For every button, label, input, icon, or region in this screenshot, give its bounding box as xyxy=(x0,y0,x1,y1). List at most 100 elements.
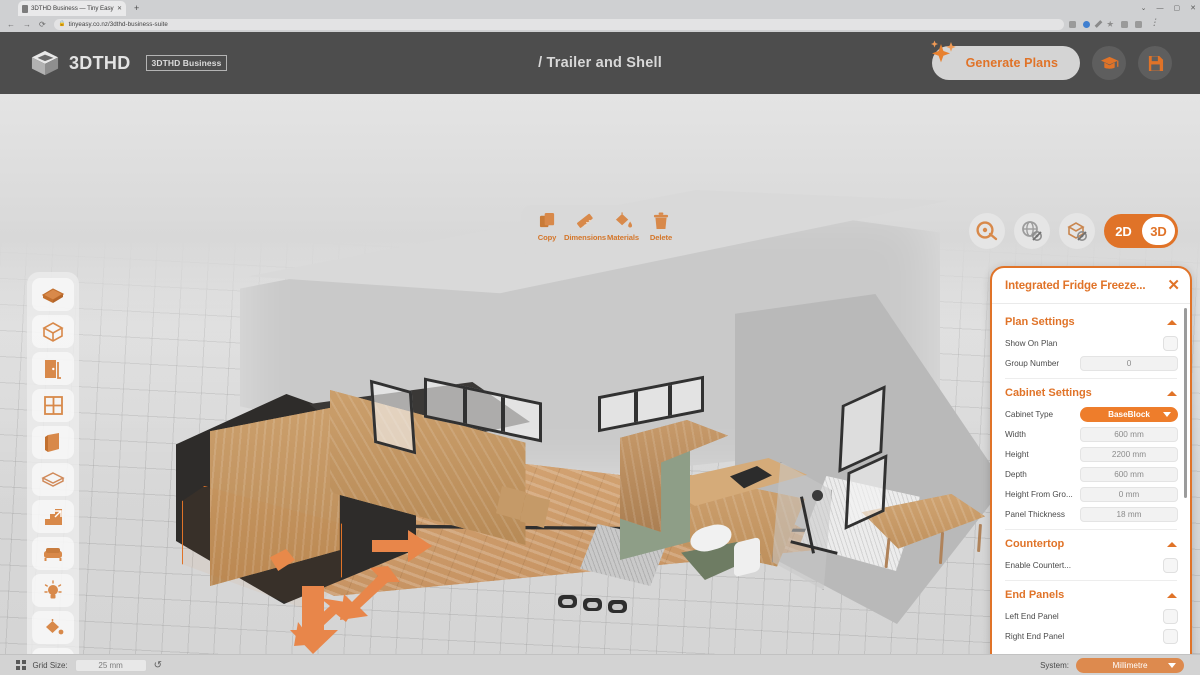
panel-scrollbar[interactable] xyxy=(1184,308,1187,498)
materials-label: Materials xyxy=(606,233,640,242)
tab-close-icon[interactable]: ✕ xyxy=(117,5,122,12)
property-label: Group Number xyxy=(1005,358,1060,368)
extension-star-icon[interactable] xyxy=(1106,20,1114,27)
browser-extensions xyxy=(1064,17,1161,28)
sidebar-item-window[interactable] xyxy=(32,389,74,422)
panel-thickness-input[interactable]: 18 mm xyxy=(1080,506,1178,522)
reset-icon[interactable]: ↺ xyxy=(154,660,162,671)
copy-label: Copy xyxy=(537,233,557,242)
left-end-panel-toggle[interactable] xyxy=(1163,608,1178,624)
sidebar-item-wall[interactable] xyxy=(32,426,74,459)
address-bar[interactable]: 🔒 tinyeasy.co.nz/3dthd-business-suite xyxy=(53,18,1064,30)
extension-pen-icon[interactable] xyxy=(1094,20,1103,28)
extension-panel-icon[interactable] xyxy=(1120,20,1128,28)
property-label: Cabinet Type xyxy=(1005,409,1054,419)
browser-nav-buttons: ← → ⟳ xyxy=(0,20,46,29)
sidebar-item-furniture[interactable] xyxy=(32,537,74,570)
property-row-group-number: Group Number 0 xyxy=(992,353,1190,373)
section-header-countertop[interactable]: Countertop xyxy=(992,532,1190,555)
view-3d-button[interactable]: 3D xyxy=(1142,217,1175,245)
height-input[interactable]: 2200 mm xyxy=(1080,446,1178,462)
width-input[interactable]: 600 mm xyxy=(1080,426,1178,442)
property-label: Height xyxy=(1005,449,1029,459)
browser-omnibox-row: ← → ⟳ 🔒 tinyeasy.co.nz/3dthd-business-su… xyxy=(0,16,1200,32)
reload-icon[interactable]: ⟳ xyxy=(39,20,46,29)
sidebar-item-materials[interactable] xyxy=(32,611,74,644)
chevron-up-icon[interactable] xyxy=(1167,319,1177,325)
sidebar-item-lighting[interactable] xyxy=(32,574,74,607)
window-maximize-button[interactable]: ▢ xyxy=(1174,4,1181,12)
properties-panel-body[interactable]: Plan Settings Show On Plan Group Number … xyxy=(992,304,1190,654)
app-root: 3DTHD Business — Tiny Easy - T ✕ + ⌄ — ▢… xyxy=(0,0,1200,675)
move-arrow-left-icon[interactable] xyxy=(292,594,362,650)
stairs-icon xyxy=(44,509,62,525)
sidebar-item-stairs[interactable] xyxy=(32,500,74,533)
window-icon xyxy=(43,396,63,415)
section-header-end-panels[interactable]: End Panels xyxy=(992,583,1190,606)
move-arrow-right-icon[interactable] xyxy=(370,526,434,566)
property-row-height: Height 2200 mm xyxy=(992,444,1190,464)
chevron-up-icon[interactable] xyxy=(1167,390,1177,396)
chevron-up-icon[interactable] xyxy=(1167,592,1177,598)
chevron-up-icon[interactable] xyxy=(1167,541,1177,547)
window-close-button[interactable]: ✕ xyxy=(1190,4,1196,12)
sidebar-item-floor[interactable] xyxy=(32,463,74,496)
close-icon[interactable]: ✕ xyxy=(1167,278,1180,293)
system-select[interactable]: Millimetre xyxy=(1076,657,1184,673)
browser-chevron-icon[interactable]: ⌄ xyxy=(1141,4,1147,12)
section-header-cabinet-settings[interactable]: Cabinet Settings xyxy=(992,381,1190,404)
toilet xyxy=(734,536,760,578)
extension-blue-icon[interactable] xyxy=(1082,20,1090,28)
right-end-panel-toggle[interactable] xyxy=(1163,628,1178,644)
property-label: Left End Panel xyxy=(1005,611,1059,621)
view-2d-button[interactable]: 2D xyxy=(1107,217,1140,245)
show-on-plan-toggle[interactable] xyxy=(1163,335,1178,351)
chevron-down-icon xyxy=(1168,662,1176,668)
group-number-input[interactable]: 0 xyxy=(1080,355,1178,371)
viewport-3d[interactable]: Copy Dimensions Materials Delete 2D 3D I… xyxy=(0,94,1200,654)
properties-panel-header: Integrated Fridge Freeze... ✕ xyxy=(992,268,1190,304)
dimensions-label: Dimensions xyxy=(563,233,607,242)
floor-slab-icon xyxy=(41,471,65,487)
property-row-enable-countertop: Enable Countert... xyxy=(992,555,1190,575)
room-visibility-toggle[interactable] xyxy=(1059,213,1095,249)
dimension-toggle: 2D 3D xyxy=(1104,214,1178,248)
brand: 3DTHD 3DTHD Business xyxy=(0,49,228,77)
delete-button[interactable]: Delete xyxy=(643,212,679,242)
profile-avatar-icon[interactable] xyxy=(1134,20,1142,28)
browser-tab[interactable]: 3DTHD Business — Tiny Easy - T ✕ xyxy=(18,1,126,16)
property-row-height-from-ground: Height From Gro... 0 mm xyxy=(992,484,1190,504)
copy-button[interactable]: Copy xyxy=(529,212,565,242)
globe-visibility-toggle[interactable] xyxy=(1014,213,1050,249)
property-row-left-end-panel: Left End Panel xyxy=(992,606,1190,626)
app-header: 3DTHD 3DTHD Business / Trailer and Shell… xyxy=(0,32,1200,94)
save-button[interactable] xyxy=(1138,46,1172,80)
copy-icon xyxy=(539,212,554,228)
generate-plans-button[interactable]: Generate Plans xyxy=(930,40,1080,80)
property-label: Depth xyxy=(1005,469,1027,479)
chevron-down-icon xyxy=(1163,411,1171,417)
window-minimize-button[interactable]: — xyxy=(1157,5,1164,12)
grid-size-input[interactable]: 25 mm xyxy=(74,658,147,672)
back-icon[interactable]: ← xyxy=(7,20,15,29)
enable-countertop-toggle[interactable] xyxy=(1163,557,1178,573)
section-header-plan-settings[interactable]: Plan Settings xyxy=(992,310,1190,333)
sidebar-item-trailer[interactable] xyxy=(32,278,74,311)
learn-button[interactable] xyxy=(1092,46,1126,80)
depth-input[interactable]: 600 mm xyxy=(1080,466,1178,482)
sidebar-item-door[interactable] xyxy=(32,352,74,385)
new-tab-button[interactable]: + xyxy=(134,2,139,14)
extension-camera-icon[interactable] xyxy=(1068,20,1076,28)
property-row-panel-thickness: Panel Thickness 18 mm xyxy=(992,504,1190,524)
materials-button[interactable]: Materials xyxy=(605,212,641,242)
sparkle-icon xyxy=(930,40,956,63)
forward-icon[interactable]: → xyxy=(23,20,31,29)
section-divider xyxy=(1005,529,1177,530)
sidebar-item-shell[interactable] xyxy=(32,315,74,348)
browser-menu-icon[interactable] xyxy=(1149,17,1159,28)
cabinet-type-select[interactable]: BaseBlock xyxy=(1080,406,1178,422)
height-from-ground-input[interactable]: 0 mm xyxy=(1080,486,1178,502)
dimensions-button[interactable]: Dimensions xyxy=(563,212,607,242)
window[interactable] xyxy=(369,379,417,455)
tape-measure-toggle[interactable] xyxy=(969,213,1005,249)
